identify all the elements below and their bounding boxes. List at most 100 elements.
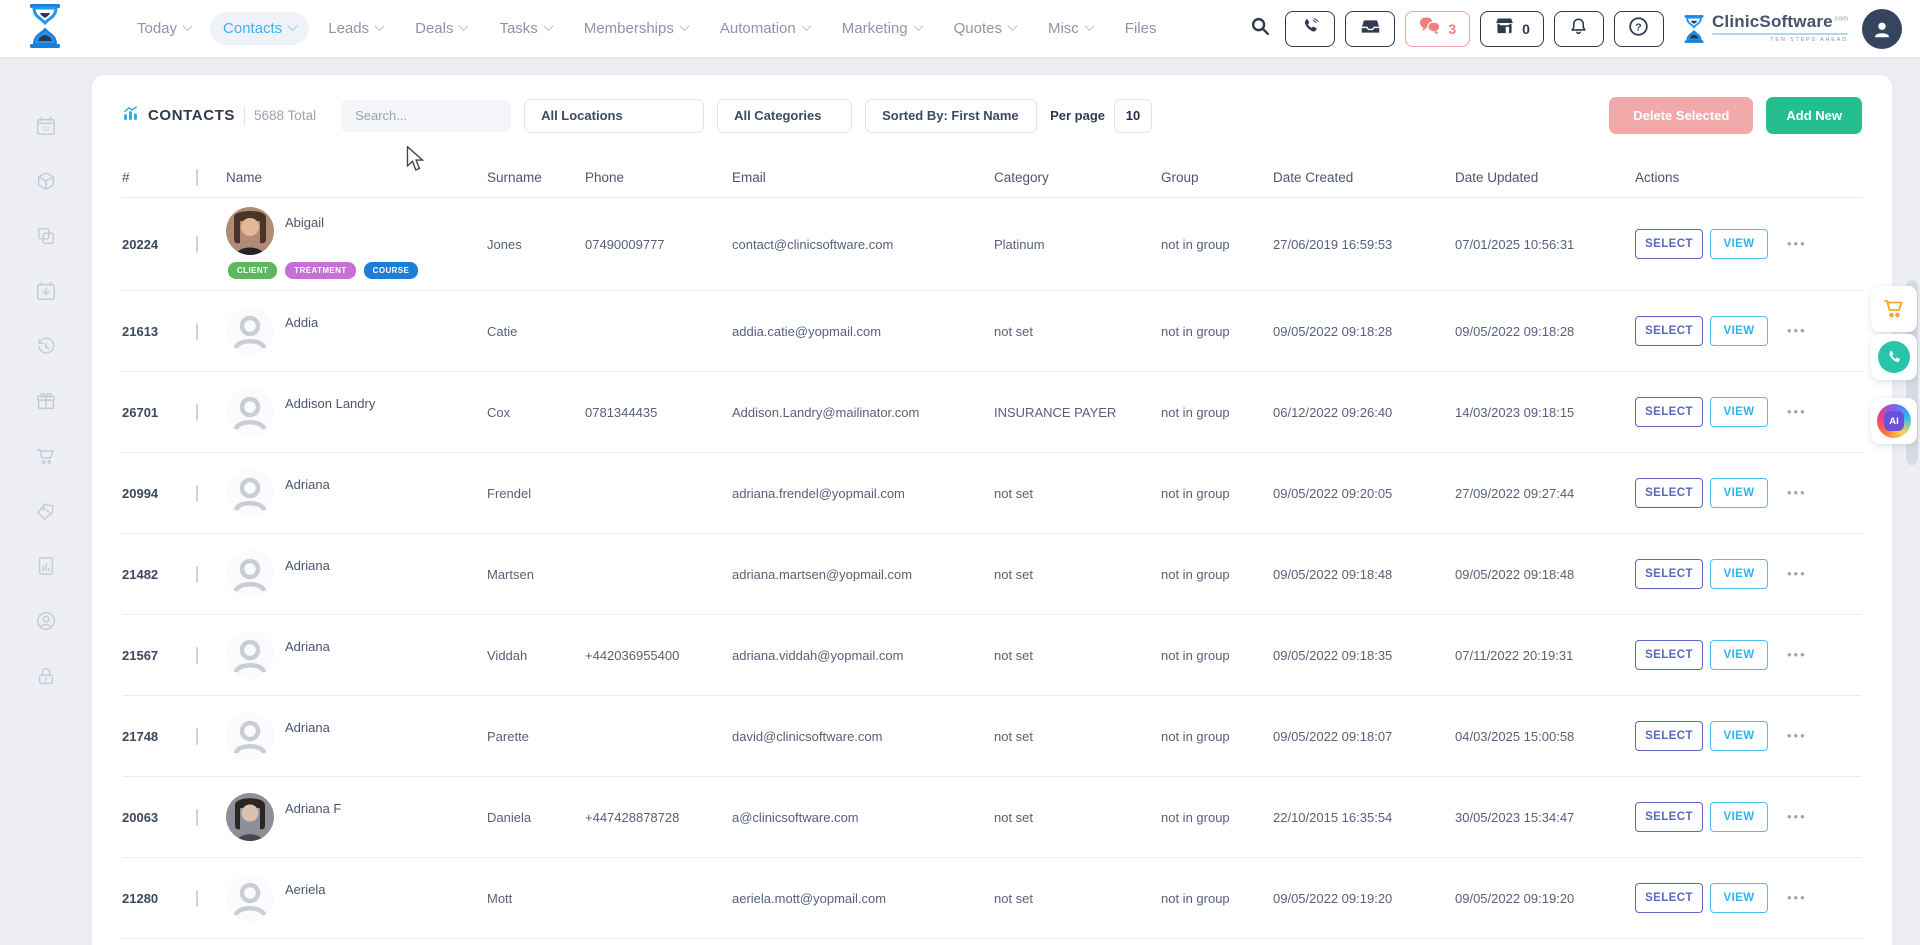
nav-item-marketing[interactable]: Marketing [829,12,935,45]
contacts-search[interactable] [341,100,511,132]
contact-surname: Catie [487,324,585,339]
view-button[interactable]: VIEW [1710,640,1768,670]
tag-badge-client[interactable]: CLIENT [226,260,279,281]
gifts-icon[interactable] [35,390,57,412]
view-button[interactable]: VIEW [1710,559,1768,589]
cart-float-button[interactable] [1871,286,1917,332]
row-checkbox[interactable] [196,485,198,502]
filter-bar: CONTACTS 5688 Total All Locations All Ca… [92,75,1892,134]
contact-avatar[interactable] [226,388,274,436]
categories-select[interactable]: All Categories [717,99,852,133]
notifications-button[interactable] [1554,11,1604,47]
view-button[interactable]: VIEW [1710,802,1768,832]
nav-item-today[interactable]: Today [124,12,204,45]
row-checkbox[interactable] [196,728,198,745]
contact-avatar[interactable] [226,307,274,355]
table-row: 21482 Adriana Martsen adriana.martsen@yo… [122,534,1862,615]
search-icon[interactable] [1249,15,1271,42]
brand-logo[interactable]: ClinicSoftware.com TEN STEPS AHEAD [1682,13,1848,44]
nav-item-memberships[interactable]: Memberships [571,12,701,45]
nav-item-files[interactable]: Files [1112,12,1170,45]
bookings-icon[interactable] [35,280,57,302]
contact-badges: CLIENTTREATMENTCOURSE [226,260,487,281]
nav-label: Tasks [499,20,537,37]
view-button[interactable]: VIEW [1710,397,1768,427]
select-button[interactable]: SELECT [1635,802,1703,832]
row-checkbox[interactable] [196,236,198,253]
row-checkbox[interactable] [196,890,198,907]
view-button[interactable]: VIEW [1710,478,1768,508]
contact-email: addia.catie@yopmail.com [732,324,994,339]
cart-icon[interactable] [35,445,57,467]
view-button[interactable]: VIEW [1710,229,1768,259]
nav-item-tasks[interactable]: Tasks [486,12,564,45]
nav-item-contacts[interactable]: Contacts [210,12,309,45]
row-checkbox[interactable] [196,566,198,583]
app-logo-hourglass-icon[interactable] [26,3,64,54]
nav-item-quotes[interactable]: Quotes [941,12,1029,45]
select-button[interactable]: SELECT [1635,316,1703,346]
contact-avatar[interactable] [226,469,274,517]
chat-count-badge: 3 [1448,21,1456,37]
contact-avatar[interactable] [226,550,274,598]
row-checkbox[interactable] [196,323,198,340]
sort-select[interactable]: Sorted By: First Name [865,99,1037,133]
contact-name: Abigail [285,215,324,230]
contact-avatar[interactable] [226,793,274,841]
contact-date-created: 09/05/2022 09:18:35 [1273,648,1455,663]
phone-icon [1301,17,1320,41]
calendar-icon[interactable]: 12 [35,115,57,137]
view-button[interactable]: VIEW [1710,721,1768,751]
per-page-input[interactable]: 10 [1114,99,1152,133]
locations-select[interactable]: All Locations [524,99,704,133]
vouchers-icon[interactable] [35,500,57,522]
tag-badge-course[interactable]: COURSE [362,260,421,281]
reports-icon[interactable] [35,555,57,577]
select-button[interactable]: SELECT [1635,640,1703,670]
select-button[interactable]: SELECT [1635,229,1703,259]
select-button[interactable]: SELECT [1635,478,1703,508]
column-header: Actions [1635,170,1862,185]
chat-button[interactable]: 3 [1405,11,1470,47]
inbox-button[interactable] [1345,11,1395,47]
lock-icon[interactable] [35,665,57,687]
nav-item-deals[interactable]: Deals [402,12,480,45]
view-button[interactable]: VIEW [1710,883,1768,913]
contact-avatar[interactable] [226,207,274,255]
copy-icon[interactable] [35,225,57,247]
ai-float-button[interactable]: AI [1871,398,1917,444]
nav-item-automation[interactable]: Automation [707,12,823,45]
delete-selected-button[interactable]: Delete Selected [1609,97,1753,134]
contact-avatar[interactable] [226,631,274,679]
add-new-button[interactable]: Add New [1766,97,1862,134]
row-checkbox[interactable] [196,647,198,664]
search-input[interactable] [355,108,531,123]
tag-badge-treatment[interactable]: TREATMENT [283,260,357,281]
contact-group: not in group [1161,810,1273,825]
nav-item-leads[interactable]: Leads [315,12,396,45]
select-button[interactable]: SELECT [1635,397,1703,427]
select-button[interactable]: SELECT [1635,883,1703,913]
contact-category: not set [994,567,1161,582]
store-button[interactable]: 0 [1480,11,1544,47]
history-icon[interactable] [35,335,57,357]
view-button[interactable]: VIEW [1710,316,1768,346]
user-avatar[interactable] [1862,9,1902,49]
phone-button[interactable] [1285,11,1335,47]
contact-avatar[interactable] [226,874,274,922]
help-button[interactable]: ? [1614,11,1664,47]
packages-icon[interactable] [35,170,57,192]
nav-item-misc[interactable]: Misc [1035,12,1106,45]
select-button[interactable]: SELECT [1635,721,1703,751]
contact-avatar[interactable] [226,712,274,760]
row-checkbox[interactable] [196,809,198,826]
account-icon[interactable] [35,610,57,632]
row-checkbox[interactable] [196,404,198,421]
whatsapp-float-button[interactable] [1871,334,1917,380]
contact-surname: Mott [487,891,585,906]
contact-category: not set [994,729,1161,744]
select-button[interactable]: SELECT [1635,559,1703,589]
store-count-badge: 0 [1522,21,1530,37]
contact-group: not in group [1161,567,1273,582]
select-all-checkbox[interactable] [196,169,198,186]
